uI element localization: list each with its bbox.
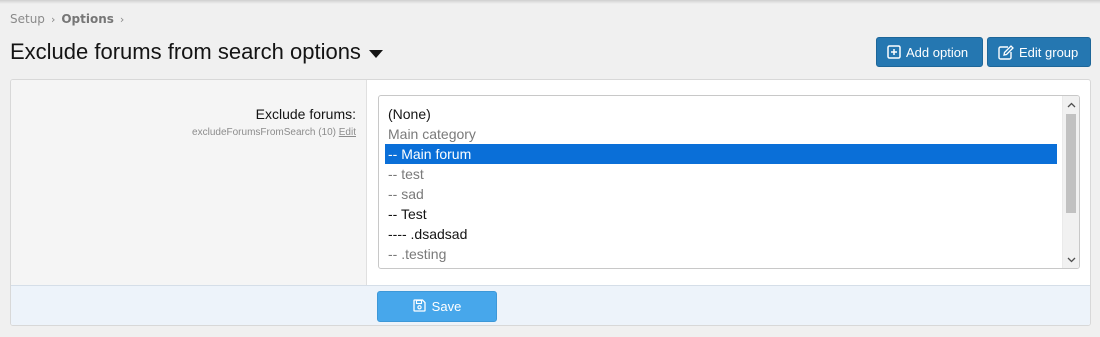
add-option-button[interactable]: Add option — [876, 37, 983, 67]
listbox-option[interactable]: -- .testing — [385, 244, 1057, 264]
scrollbar-thumb[interactable] — [1066, 114, 1076, 213]
listbox-option[interactable]: -- Test — [385, 204, 1057, 224]
scroll-down-arrow-icon[interactable] — [1063, 251, 1079, 268]
listbox-options: (None) Main category -- Main forum -- te… — [385, 104, 1057, 264]
listbox-option[interactable]: -- test — [385, 164, 1057, 184]
title-dropdown-caret-icon[interactable] — [368, 49, 383, 58]
plus-square-icon — [887, 45, 901, 59]
exclude-forums-label: Exclude forums: — [255, 106, 356, 122]
breadcrumb-separator: › — [119, 12, 125, 26]
form-footer: Save — [11, 285, 1090, 325]
options-panel: Exclude forums: excludeForumsFromSearch … — [10, 79, 1091, 326]
listbox-scrollbar[interactable] — [1062, 96, 1079, 268]
edit-option-link[interactable]: Edit — [339, 127, 356, 138]
edit-icon — [998, 44, 1014, 60]
listbox-option[interactable]: -- sad — [385, 184, 1057, 204]
option-id-hint: excludeForumsFromSearch (10) — [192, 127, 336, 138]
edit-group-button[interactable]: Edit group — [987, 37, 1091, 67]
field-label-column: Exclude forums: excludeForumsFromSearch … — [11, 80, 367, 285]
breadcrumb-options[interactable]: Options — [61, 12, 114, 26]
breadcrumb-separator: › — [50, 12, 56, 26]
field-hint: excludeForumsFromSearch (10) Edit — [192, 127, 356, 138]
top-shadow — [0, 0, 1100, 4]
breadcrumb-setup[interactable]: Setup — [10, 12, 45, 26]
save-label: Save — [431, 299, 462, 314]
listbox-option[interactable]: Main category — [385, 124, 1057, 144]
listbox-option[interactable]: ---- .dsadsad — [385, 224, 1057, 244]
listbox-option[interactable]: -- Main forum — [385, 144, 1057, 164]
page-title-wrapper: Exclude forums from search options — [10, 39, 383, 65]
page-title: Exclude forums from search options — [10, 39, 361, 64]
breadcrumb: Setup › Options › — [10, 12, 124, 26]
scroll-up-arrow-icon[interactable] — [1063, 96, 1079, 113]
add-option-label: Add option — [906, 44, 969, 60]
edit-group-label: Edit group — [1019, 44, 1079, 60]
listbox-option[interactable]: (None) — [385, 104, 1057, 124]
save-button[interactable]: Save — [377, 291, 497, 322]
exclude-forums-listbox[interactable]: (None) Main category -- Main forum -- te… — [378, 95, 1080, 269]
save-disk-icon — [413, 298, 426, 315]
